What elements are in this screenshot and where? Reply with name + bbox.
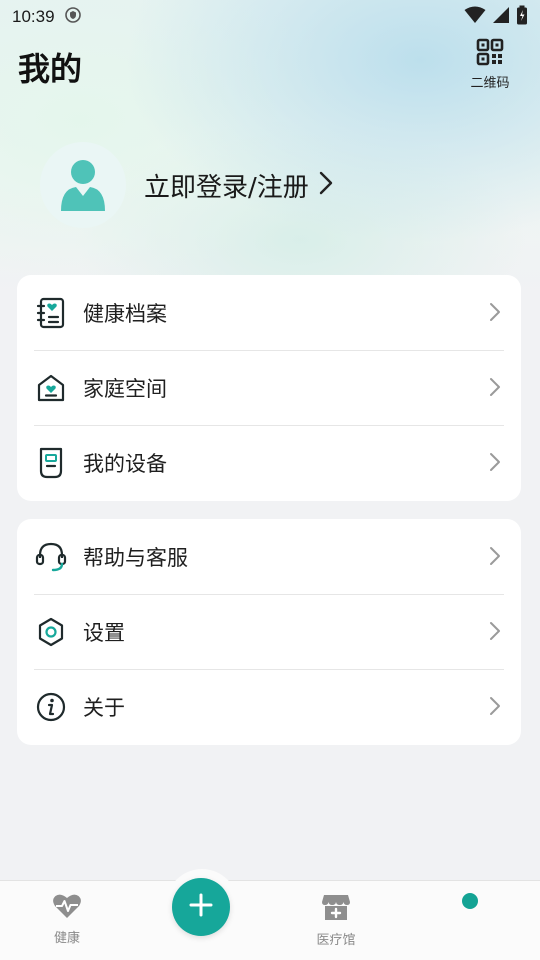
heart-pulse-icon: [52, 893, 82, 923]
user-avatar-icon: [61, 160, 105, 211]
qr-code-label: 二维码: [470, 76, 510, 91]
info-icon: [35, 691, 67, 723]
chevron-right-icon: [489, 452, 501, 476]
status-time: 10:39: [12, 7, 55, 26]
nav-item-mine[interactable]: [462, 893, 478, 909]
qr-code-icon: [476, 38, 504, 70]
bottom-nav: 健康 医疗馆: [0, 880, 540, 960]
menu-item-label: 关于: [83, 695, 125, 720]
nav-label: 健康: [53, 931, 80, 946]
login-register-label: 立即登录/注册: [144, 172, 309, 203]
menu-item-my-devices[interactable]: 我的设备: [17, 425, 521, 500]
menu-item-settings[interactable]: 设置: [17, 594, 521, 669]
menu-item-family-space[interactable]: 家庭空间: [17, 350, 521, 425]
menu-item-label: 我的设备: [83, 451, 167, 476]
chevron-right-icon: [489, 621, 501, 645]
menu-item-label: 健康档案: [83, 301, 167, 326]
chevron-right-icon: [489, 302, 501, 326]
nav-item-health[interactable]: 健康: [27, 893, 107, 946]
menu-item-label: 帮助与客服: [83, 545, 188, 570]
nav-label: 医疗馆: [316, 933, 356, 948]
menu-item-about[interactable]: 关于: [17, 669, 521, 744]
wifi-icon: [464, 6, 486, 28]
avatar[interactable]: [40, 142, 126, 228]
menu-item-label: 家庭空间: [83, 376, 167, 401]
menu-card-records: 健康档案 家庭空间 我的设备: [17, 275, 521, 501]
plus-icon: [188, 892, 214, 922]
settings-icon: [35, 616, 67, 648]
profile-section[interactable]: 立即登录/注册: [40, 142, 333, 228]
chevron-right-icon: [319, 171, 333, 199]
add-button[interactable]: [172, 878, 230, 936]
menu-item-help-support[interactable]: 帮助与客服: [17, 519, 521, 594]
health-record-icon: [35, 297, 67, 329]
menu-card-support: 帮助与客服 设置 关于: [17, 519, 521, 745]
page-title: 我的: [18, 50, 83, 88]
family-home-icon: [35, 372, 67, 404]
chevron-right-icon: [489, 696, 501, 720]
device-icon: [35, 447, 67, 479]
menu-item-health-record[interactable]: 健康档案: [17, 275, 521, 350]
status-bar: 10:39: [0, 0, 540, 34]
menu-item-label: 设置: [83, 620, 125, 645]
headset-icon: [35, 541, 67, 573]
chevron-right-icon: [489, 546, 501, 570]
nav-item-clinic[interactable]: 医疗馆: [296, 893, 376, 948]
cellular-signal-icon: [492, 6, 510, 28]
battery-icon: [516, 5, 528, 29]
chevron-right-icon: [489, 377, 501, 401]
qr-code-button[interactable]: 二维码: [464, 38, 516, 92]
clinic-store-icon: [321, 893, 351, 925]
login-register-link[interactable]: 立即登录/注册: [144, 167, 333, 204]
vpn-shield-icon: [64, 7, 81, 27]
